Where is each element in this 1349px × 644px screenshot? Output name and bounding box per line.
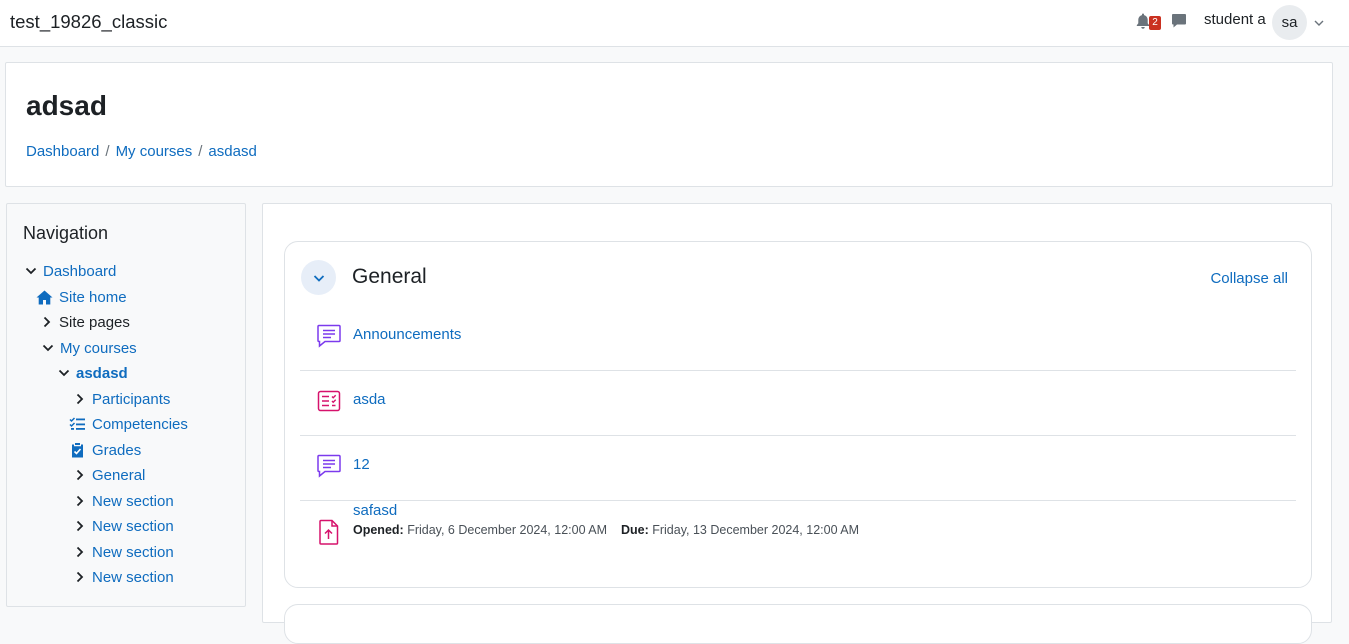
nav-item-label[interactable]: asdasd xyxy=(76,365,128,382)
forum-icon xyxy=(316,453,342,479)
course-section-general: General Collapse all Announcements asda … xyxy=(284,241,1312,588)
chevron-down-icon xyxy=(313,274,324,282)
chevron-right-icon[interactable] xyxy=(72,569,88,585)
chevron-right-icon[interactable] xyxy=(72,493,88,509)
nav-item-label[interactable]: Site pages xyxy=(59,314,130,331)
page-header: adsad Dashboard / My courses / asdasd xyxy=(5,62,1333,187)
site-name[interactable]: test_19826_classic xyxy=(10,11,167,33)
chevron-right-icon[interactable] xyxy=(72,518,88,534)
forum-icon xyxy=(316,323,342,349)
chevron-right-icon[interactable] xyxy=(72,391,88,407)
nav-item-label[interactable]: Site home xyxy=(59,289,127,306)
nav-item-label[interactable]: New section xyxy=(92,544,174,561)
course-content: General Collapse all Announcements asda … xyxy=(262,203,1332,644)
assignment-upload-icon xyxy=(316,518,342,545)
chevron-down-icon[interactable] xyxy=(40,340,56,356)
nav-item-label[interactable]: New section xyxy=(92,493,174,510)
section-collapse-button[interactable] xyxy=(301,260,336,295)
breadcrumb: Dashboard / My courses / asdasd xyxy=(26,143,257,160)
nav-item-my-courses[interactable]: My courses xyxy=(40,337,137,359)
activity-link-safasd[interactable]: safasd xyxy=(353,502,397,519)
nav-item-site-home[interactable]: Site home xyxy=(35,286,127,308)
user-name[interactable]: student a xyxy=(1204,11,1266,28)
nav-item-grades[interactable]: Grades xyxy=(69,439,141,461)
course-section-next xyxy=(284,604,1312,644)
navigation-block: Navigation Dashboard Site home Site page… xyxy=(6,203,246,607)
nav-item-site-pages[interactable]: Site pages xyxy=(39,311,130,333)
home-icon xyxy=(35,289,53,305)
messages-icon[interactable] xyxy=(1171,13,1187,29)
nav-item-label[interactable]: My courses xyxy=(60,340,137,357)
nav-item-competencies[interactable]: Competencies xyxy=(68,413,188,435)
nav-item-label[interactable]: General xyxy=(92,467,145,484)
nav-item-label[interactable]: Grades xyxy=(92,442,141,459)
nav-item-dashboard[interactable]: Dashboard xyxy=(23,260,116,282)
activity-item: Announcements xyxy=(300,306,1296,371)
chevron-right-icon[interactable] xyxy=(72,467,88,483)
navigation-title: Navigation xyxy=(23,223,109,243)
nav-item-course[interactable]: asdasd xyxy=(56,362,128,384)
section-title[interactable]: General xyxy=(352,265,427,289)
nav-item-general[interactable]: General xyxy=(72,464,145,486)
top-navbar: test_19826_classic 2 student a sa xyxy=(0,0,1349,47)
collapse-all-link[interactable]: Collapse all xyxy=(1210,270,1288,287)
breadcrumb-dashboard[interactable]: Dashboard xyxy=(26,143,99,160)
activity-link-12[interactable]: 12 xyxy=(353,456,370,473)
checklist-icon xyxy=(68,416,86,432)
nav-item-label[interactable]: Participants xyxy=(92,391,170,408)
nav-item-label[interactable]: New section xyxy=(92,569,174,586)
chevron-right-icon[interactable] xyxy=(72,544,88,560)
chevron-down-icon[interactable] xyxy=(23,263,39,279)
activity-link-announcements[interactable]: Announcements xyxy=(353,326,461,343)
breadcrumb-course[interactable]: asdasd xyxy=(208,143,256,160)
clipboard-check-icon xyxy=(69,442,85,458)
opened-label: Opened: xyxy=(353,523,404,537)
chevron-down-icon[interactable] xyxy=(1313,16,1325,28)
due-value: Friday, 13 December 2024, 12:00 AM xyxy=(652,523,860,537)
nav-item-participants[interactable]: Participants xyxy=(72,388,170,410)
page-title: adsad xyxy=(26,90,107,121)
chevron-right-icon[interactable] xyxy=(39,314,55,330)
nav-item-label[interactable]: Competencies xyxy=(92,416,188,433)
nav-item-label[interactable]: Dashboard xyxy=(43,263,116,280)
activity-dates: Opened: Friday, 6 December 2024, 12:00 A… xyxy=(353,523,859,537)
activity-item: 12 xyxy=(300,436,1296,501)
nav-item-new-section[interactable]: New section xyxy=(72,566,174,588)
due-label: Due: xyxy=(620,523,649,537)
breadcrumb-my-courses[interactable]: My courses xyxy=(116,143,193,160)
avatar[interactable]: sa xyxy=(1272,5,1307,40)
nav-item-new-section[interactable]: New section xyxy=(72,490,174,512)
notifications-badge: 2 xyxy=(1149,16,1161,30)
chevron-down-icon[interactable] xyxy=(56,365,72,381)
nav-item-label[interactable]: New section xyxy=(92,518,174,535)
activity-item: safasd Opened: Friday, 6 December 2024, … xyxy=(300,501,1296,581)
nav-item-new-section[interactable]: New section xyxy=(72,515,174,537)
activity-link-asda[interactable]: asda xyxy=(353,391,386,408)
nav-item-new-section[interactable]: New section xyxy=(72,541,174,563)
activity-item: asda xyxy=(300,371,1296,436)
opened-value: Friday, 6 December 2024, 12:00 AM xyxy=(407,523,608,537)
quiz-icon xyxy=(316,388,342,414)
